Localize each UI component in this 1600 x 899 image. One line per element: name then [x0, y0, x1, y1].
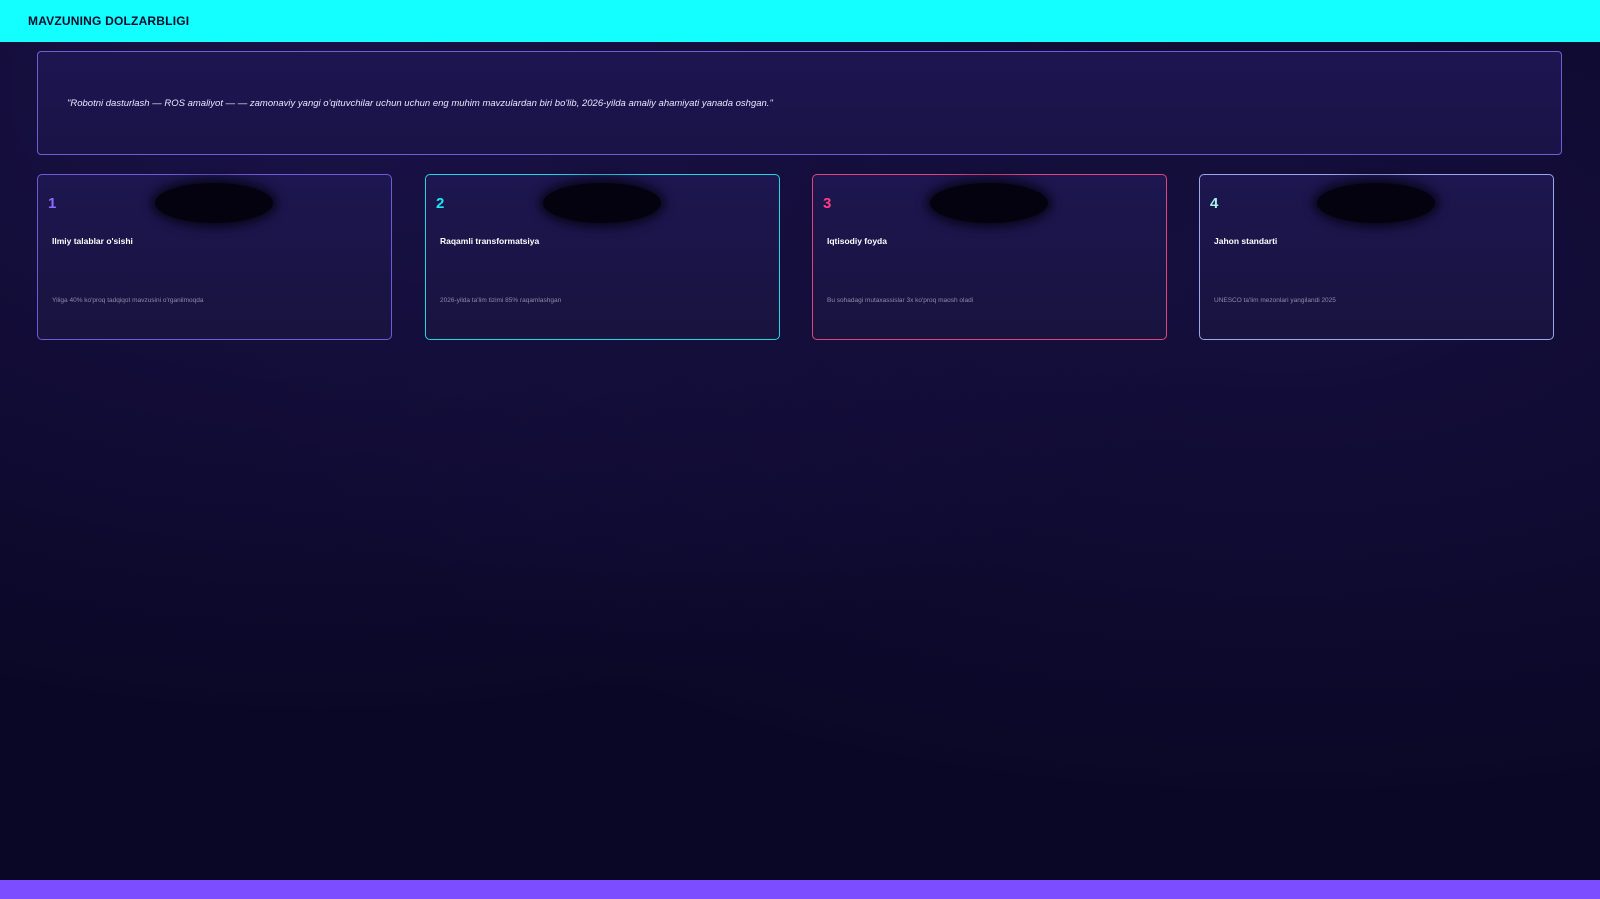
card-description: Yiliga 40% ko'proq tadqiqot mavzusini o'…	[52, 297, 204, 304]
card-iqtisodiy-foyda: 3 Iqtisodiy foyda Bu sohadagi mutaxassis…	[812, 174, 1167, 340]
page-title: MAVZUNING DOLZARBLIGI	[28, 14, 190, 28]
card-title: Ilmiy talablar o'sishi	[52, 236, 133, 246]
card-number: 2	[436, 195, 445, 212]
card-ilmiy-talablar: 1 Ilmiy talablar o'sishi Yiliga 40% ko'p…	[37, 174, 392, 340]
card-number: 3	[823, 195, 832, 212]
footer-accent-bar	[0, 880, 1600, 899]
quote-text: "Robotni dasturlash — ROS amaliyot — — z…	[67, 97, 773, 109]
card-jahon-standarti: 4 Jahon standarti UNESCO ta'lim mezonlar…	[1199, 174, 1554, 340]
card-image-placeholder	[1317, 183, 1435, 223]
card-description: Bu sohadagi mutaxassislar 3x ko'proq mao…	[827, 297, 974, 304]
card-title: Iqtisodiy foyda	[827, 236, 887, 246]
card-number: 1	[48, 195, 57, 212]
card-image-placeholder	[930, 183, 1048, 223]
card-title: Jahon standarti	[1214, 236, 1278, 246]
card-image-placeholder	[543, 183, 661, 223]
card-description: 2026-yilda ta'lim tizimi 85% raqamlashga…	[440, 297, 562, 304]
card-description: UNESCO ta'lim mezonlari yangilandi 2025	[1214, 297, 1336, 304]
quote-panel: "Robotni dasturlash — ROS amaliyot — — z…	[37, 51, 1562, 155]
cards-row: 1 Ilmiy talablar o'sishi Yiliga 40% ko'p…	[37, 174, 1555, 340]
header-bar: MAVZUNING DOLZARBLIGI	[0, 0, 1600, 42]
card-number: 4	[1210, 195, 1219, 212]
card-image-placeholder	[155, 183, 273, 223]
card-title: Raqamli transformatsiya	[440, 236, 540, 246]
card-raqamli-transformatsiya: 2 Raqamli transformatsiya 2026-yilda ta'…	[425, 174, 780, 340]
